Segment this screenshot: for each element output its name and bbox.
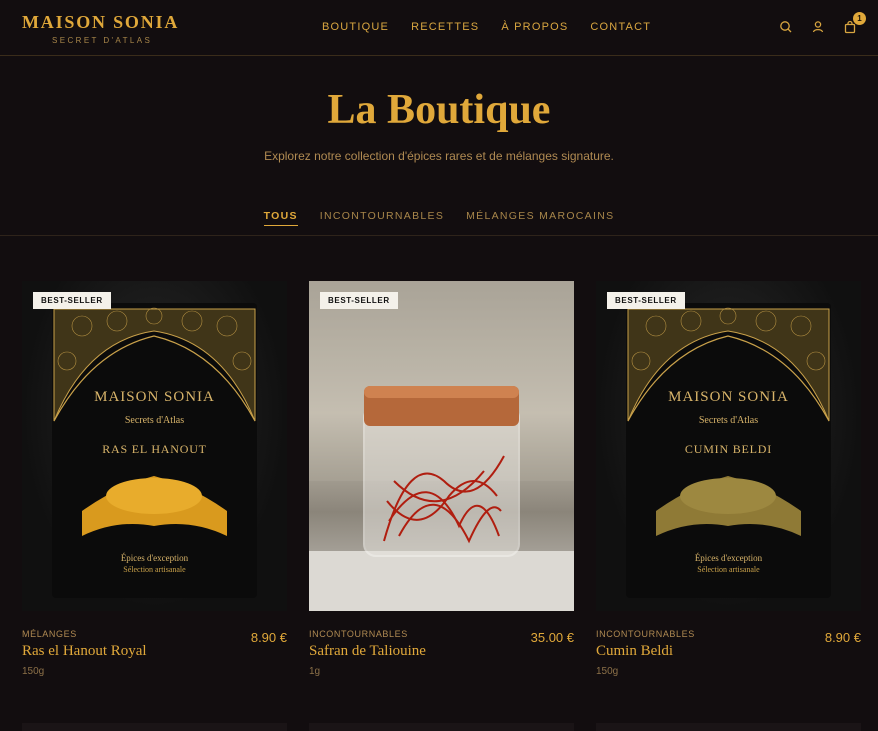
user-icon[interactable] [810,19,826,35]
product-card-partial[interactable] [596,723,861,731]
pack-foot-2: Sélection artisanale [697,565,760,574]
nav-a-propos[interactable]: À PROPOS [501,21,568,33]
main-nav: BOUTIQUE RECETTES À PROPOS CONTACT [322,21,651,33]
nav-recettes[interactable]: RECETTES [411,21,479,33]
search-icon[interactable] [778,19,794,35]
product-name[interactable]: Cumin Beldi [596,643,673,660]
page-title: La Boutique [327,87,551,133]
logo[interactable]: MAISON SONIA SECRET D'ATLAS [22,12,182,45]
page-subtitle: Explorez notre collection d'épices rares… [264,149,614,163]
filter-melanges-marocains[interactable]: MÉLANGES MAROCAINS [466,210,614,226]
product-name[interactable]: Ras el Hanout Royal [22,643,147,660]
pack-line: Secrets d'Atlas [124,415,185,426]
pack-brand: MAISON SONIA [668,389,789,405]
product-card[interactable]: MAISON SONIA Secrets d'Atlas CUMIN BELDI… [596,281,861,677]
product-image[interactable]: MAISON SONIA Secrets d'Atlas RAS EL HANO… [22,281,287,611]
product-price: 8.90 € [824,630,861,645]
shopping-bag-icon[interactable]: 1 [842,12,866,35]
product-card-partial[interactable] [309,723,574,731]
cart-count-badge: 1 [853,12,866,25]
header-icons: 1 [778,12,866,35]
product-weight: 1g [309,666,321,677]
brand-tagline: SECRET D'ATLAS [52,36,153,45]
product-card-partial[interactable] [22,723,287,731]
filter-tous[interactable]: TOUS [263,210,298,226]
filter-incontournables[interactable]: INCONTOURNABLES [320,210,444,226]
product-image[interactable]: MAISON SONIA Secrets d'Atlas CUMIN BELDI… [596,281,861,611]
pack-product: RAS EL HANOUT [102,442,207,456]
best-seller-badge: BEST-SELLER [607,292,685,309]
product-card[interactable]: BEST-SELLER INCONTOURNABLES Safran de Ta… [309,281,574,677]
product-card[interactable]: MAISON SONIA Secrets d'Atlas RAS EL HANO… [22,281,287,677]
saffron-jar-image [309,281,574,611]
pack-brand: MAISON SONIA [94,389,215,405]
product-category: MÉLANGES [22,629,77,639]
pack-foot-2: Sélection artisanale [123,565,186,574]
product-price: 35.00 € [530,630,574,645]
pack-product: CUMIN BELDI [684,442,773,456]
brand-name: MAISON SONIA [22,12,180,32]
divider [0,235,878,236]
pack-foot-1: Épices d'exception [120,553,189,563]
product-category: INCONTOURNABLES [596,629,695,639]
pack-line: Secrets d'Atlas [698,415,759,426]
product-category: INCONTOURNABLES [309,629,408,639]
best-seller-badge: BEST-SELLER [33,292,111,309]
nav-boutique[interactable]: BOUTIQUE [322,21,389,33]
category-filters: TOUS INCONTOURNABLES MÉLANGES MAROCAINS [0,210,878,226]
site-header: MAISON SONIA SECRET D'ATLAS BOUTIQUE REC… [0,0,878,56]
nav-contact[interactable]: CONTACT [590,21,651,33]
pack-foot-1: Épices d'exception [694,553,763,563]
product-weight: 150g [22,666,45,677]
product-image[interactable]: BEST-SELLER [309,281,574,611]
product-weight: 150g [596,666,619,677]
product-name[interactable]: Safran de Taliouine [309,643,426,660]
best-seller-badge: BEST-SELLER [320,292,398,309]
product-price: 8.90 € [250,630,287,645]
